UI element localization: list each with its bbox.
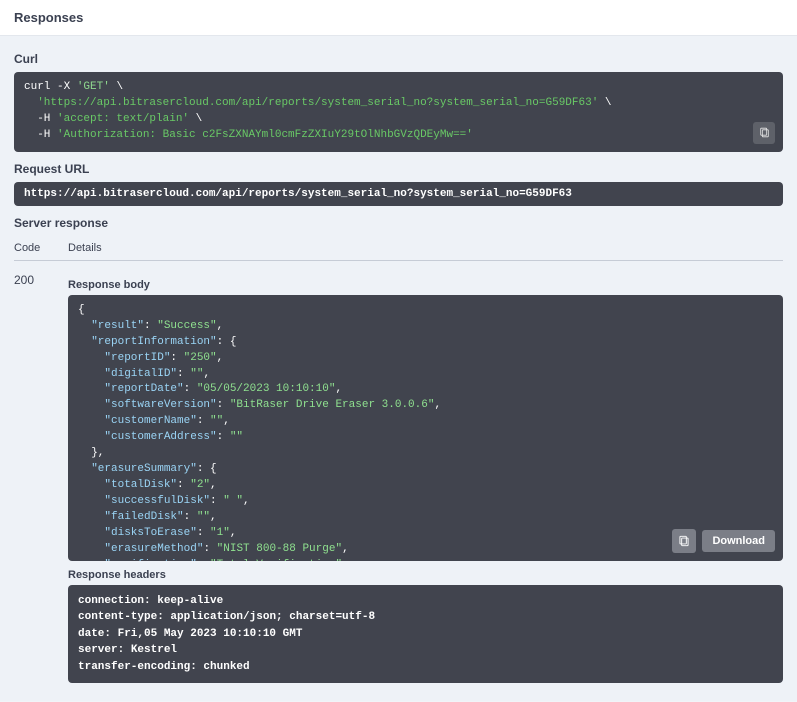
response-headers-codeblock: connection: keep-alive content-type: app… xyxy=(68,585,783,684)
response-body-codeblock[interactable]: { "result": "Success", "reportInformatio… xyxy=(68,295,783,561)
col-details-header: Details xyxy=(68,242,783,254)
panel-title: Responses xyxy=(0,0,797,36)
response-body-label: Response body xyxy=(68,279,783,291)
status-code: 200 xyxy=(14,271,68,684)
curl-cmd: curl xyxy=(24,81,50,93)
curl-header1: 'accept: text/plain' xyxy=(57,113,189,125)
clipboard-icon xyxy=(758,126,771,139)
curl-flag-h2: -H xyxy=(37,129,50,141)
responses-panel: Curl curl -X 'GET' \ 'https://api.bitras… xyxy=(0,36,797,701)
curl-flag-h1: -H xyxy=(37,113,50,125)
request-url-label: Request URL xyxy=(14,162,783,176)
curl-method: 'GET' xyxy=(77,81,110,93)
curl-label: Curl xyxy=(14,52,783,66)
copy-response-button[interactable] xyxy=(672,529,696,553)
server-response-label: Server response xyxy=(14,216,783,230)
clipboard-icon xyxy=(677,534,691,548)
col-code-header: Code xyxy=(14,242,68,254)
curl-cont3: \ xyxy=(196,113,203,125)
response-row: 200 Response body { "result": "Success",… xyxy=(14,271,783,684)
curl-cont1: \ xyxy=(116,81,123,93)
response-table-header: Code Details xyxy=(14,236,783,261)
request-url-value: https://api.bitrasercloud.com/api/report… xyxy=(14,182,783,206)
curl-header2: 'Authorization: Basic c2FsZXNAYml0cmFzZX… xyxy=(57,129,473,141)
curl-url: 'https://api.bitrasercloud.com/api/repor… xyxy=(37,97,598,109)
copy-curl-button[interactable] xyxy=(753,122,775,144)
curl-codeblock: curl -X 'GET' \ 'https://api.bitraserclo… xyxy=(14,72,783,152)
download-button[interactable]: Download xyxy=(702,530,775,552)
curl-cont2: \ xyxy=(605,97,612,109)
